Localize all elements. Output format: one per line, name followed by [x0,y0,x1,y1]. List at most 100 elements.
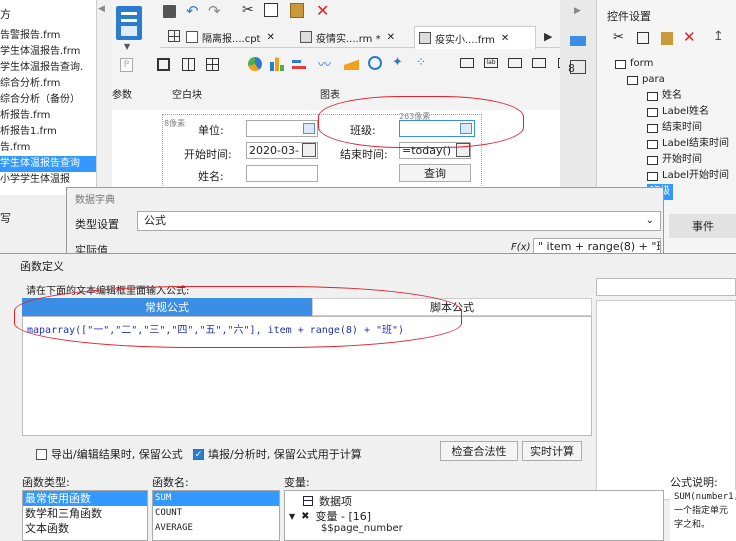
func-type-item-0[interactable]: 最常使用函数 [23,491,147,506]
file-list-item[interactable]: 学生体温报告.frm [0,44,96,60]
tree-item[interactable]: Label开始时间 [647,168,729,184]
doc-dropdown-icon[interactable]: ▼ [124,42,130,51]
tab-1[interactable]: 隔离报....cpt ✕ [186,26,296,48]
left-scroll-arrow[interactable]: ◀ [98,4,110,16]
class-combo-arrow-icon[interactable] [460,123,472,134]
paste-icon[interactable] [290,3,304,18]
file-list-item[interactable]: 告警报告.frm [0,28,96,44]
layout-icon-2[interactable] [182,58,195,71]
scatter-chart-icon[interactable]: ⁘ [416,55,426,69]
dict-type-chevron-icon[interactable]: ⌄ [646,212,654,230]
tab-3-close-icon[interactable]: ✕ [501,33,509,44]
tree-item[interactable]: 结束时间 [647,120,702,136]
func-name-item-1[interactable]: COUNT [153,506,279,521]
dict-type-select[interactable]: 公式 ⌄ [137,211,661,231]
name-label: 姓名: [198,170,224,183]
pie-chart-icon[interactable] [248,57,262,71]
file-list-item[interactable]: 告.frm [0,140,96,156]
end-calendar-icon[interactable] [456,143,470,157]
tree-item[interactable]: Label姓名 [647,104,709,120]
tab-script-formula[interactable]: 脚本公式 [312,298,592,316]
tree-item[interactable]: 姓名 [647,88,682,104]
radar-chart-icon[interactable]: ✦ [392,55,403,70]
gauge-chart-icon[interactable] [368,56,382,70]
document-icon[interactable] [116,6,142,40]
panel-delete-icon[interactable]: ✕ [683,28,696,46]
file-list-item[interactable]: 析报告1.frm [0,124,96,140]
layout-icon-1[interactable] [157,58,170,71]
strip-blue-icon[interactable] [570,36,586,46]
expand-arrow-icon[interactable]: ▼ [289,512,295,521]
panel-copy-icon[interactable] [637,32,649,44]
widget-label-icon[interactable]: lab [484,58,498,68]
realtime-calc-button[interactable]: 实时计算 [522,441,582,461]
file-list-item[interactable]: 小学学生体温报 [0,172,96,188]
line-chart-icon[interactable]: 〰 [318,54,331,73]
widget-textbox-icon[interactable] [460,58,474,68]
area-chart-icon[interactable] [344,58,359,70]
chk-fill[interactable]: ✓ 填报/分析时, 保留公式用于计算 [193,446,362,462]
var-tree[interactable]: 数据项 ▼ ✖ 变量 - [16] $$page_number [284,490,664,541]
column-chart-icon[interactable] [292,56,306,71]
chk-export[interactable]: 导出/编辑结果时, 保留公式 [36,446,183,462]
tab-3-icon [419,32,431,44]
widget-combo-icon[interactable] [508,58,522,68]
chk-export-box[interactable] [36,448,47,460]
name-field[interactable] [246,165,318,182]
func-name-item-2[interactable]: AVERAGE [153,521,279,536]
widget-date-icon[interactable] [532,58,546,68]
tab-normal-formula[interactable]: 常规公式 [22,298,312,316]
copy-icon[interactable] [264,3,278,17]
unit-combo[interactable] [246,120,318,137]
file-list-item[interactable]: 学生体温报告查询. [0,60,96,76]
event-tab[interactable]: 事件 [669,214,736,238]
func-type-item-2[interactable]: 文本函数 [23,521,147,536]
file-list-item[interactable]: 学生体温报告查询 [0,156,96,172]
strip-arrow[interactable]: ▶ [574,6,581,16]
file-list-item[interactable]: 综合分析（备份） [0,92,96,108]
layout-icon-3[interactable] [206,58,219,71]
tab-2[interactable]: 疫情实....rm * ✕ [300,26,410,48]
panel-paste-icon[interactable] [661,32,673,45]
param-pane-icon[interactable]: P [120,58,133,72]
panel-cut-icon[interactable]: ✂ [613,30,624,45]
unit-combo-arrow-icon[interactable] [303,123,315,134]
func-right-input[interactable] [596,278,736,296]
panel-up-icon[interactable]: ↥ [713,29,724,44]
func-name-item-0[interactable]: SUM [153,491,279,506]
delete-icon[interactable]: ✕ [316,1,329,20]
file-list-item[interactable]: 析报告.frm [0,108,96,124]
tree-item-label: form [630,58,654,69]
tree-item[interactable]: para [627,72,665,88]
tree-item[interactable]: form [615,56,653,72]
check-validity-button[interactable]: 检查合法性 [440,441,518,461]
tree-item-label: 姓名 [662,90,682,101]
grid-icon[interactable] [168,30,180,42]
func-name-list[interactable]: SUM COUNT AVERAGE [152,490,280,541]
func-type-item-1[interactable]: 数学和三角函数 [23,506,147,521]
widget-icon [647,139,658,149]
strip-80-icon[interactable]: 8 [568,62,575,75]
save-icon[interactable] [163,5,176,18]
var-item-0[interactable]: 数据项 [303,493,352,509]
undo-icon[interactable]: ↶ [186,2,199,20]
cut-icon[interactable]: ✂ [242,2,254,18]
tree-item[interactable]: 开始时间 [647,152,702,168]
start-calendar-icon[interactable] [302,143,316,157]
redo-icon[interactable]: ↷ [208,2,221,20]
var-item-1[interactable]: ▼ ✖ 变量 - [16] [289,508,371,524]
query-button[interactable]: 查询 [399,164,471,182]
class-combo[interactable] [399,120,475,137]
var-item-2[interactable]: $$page_number [321,523,403,534]
func-type-list[interactable]: 最常使用函数 数学和三角函数 文本函数 [22,490,148,541]
fx-icon[interactable]: F(x) [511,242,530,253]
tab-3[interactable]: 疫实小....frm ✕ [414,26,536,49]
bar-chart-icon[interactable] [270,56,284,71]
tab-menu-icon[interactable]: ▶ [544,30,552,43]
tab-1-close-icon[interactable]: ✕ [266,32,274,43]
formula-editor[interactable]: maparray(["一","二","三","四","五","六"], item… [22,316,592,436]
file-list-item[interactable]: 综合分析.frm [0,76,96,92]
chk-fill-box[interactable]: ✓ [193,448,204,460]
tree-item[interactable]: Label结束时间 [647,136,729,152]
tab-2-close-icon[interactable]: ✕ [387,32,395,43]
